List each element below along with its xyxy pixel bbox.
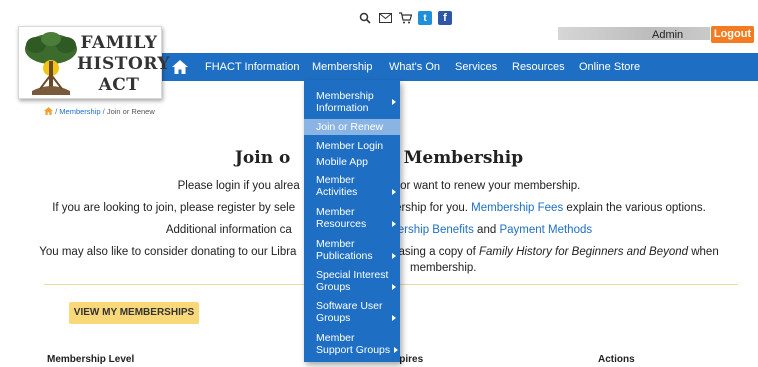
breadcrumb-separator: /	[55, 107, 58, 116]
chevron-right-icon	[394, 347, 398, 353]
chevron-right-icon	[392, 253, 396, 259]
menu-item-member-login[interactable]: Member Login	[304, 140, 400, 152]
menu-item-membership-information[interactable]: Membership Information	[304, 90, 400, 114]
nav-services[interactable]: Services	[455, 53, 497, 81]
logout-button[interactable]: Logout	[711, 26, 754, 43]
breadcrumb-separator: /	[102, 107, 105, 116]
mail-icon[interactable]	[378, 11, 392, 25]
menu-item-member-activities[interactable]: Member Activities	[304, 174, 400, 198]
payment-methods-link[interactable]: Payment Methods	[499, 224, 592, 236]
cart-icon[interactable]	[398, 11, 412, 25]
chevron-right-icon	[392, 284, 396, 290]
twitter-icon[interactable]: t	[418, 11, 432, 25]
table-header-membership-level: Membership Level	[47, 354, 135, 365]
search-icon[interactable]	[358, 11, 372, 25]
view-my-memberships-button[interactable]: VIEW MY MEMBERSHIPS	[69, 302, 199, 324]
nav-online-store[interactable]: Online Store	[579, 53, 640, 81]
chevron-right-icon	[392, 221, 396, 227]
facebook-icon[interactable]: f	[438, 11, 452, 25]
menu-item-member-resources[interactable]: Member Resources	[304, 206, 400, 230]
top-icons: t f	[358, 11, 452, 25]
main-nav: FHACT Information Membership What's On S…	[162, 53, 758, 81]
menu-item-mobile-app[interactable]: Mobile App	[304, 156, 400, 168]
tree-logo-icon	[25, 32, 77, 95]
chevron-right-icon	[392, 315, 396, 321]
intro-paragraph-4-line2: membership.	[410, 262, 477, 274]
menu-item-software-user-groups[interactable]: Software User Groups	[304, 300, 400, 324]
chevron-right-icon	[392, 189, 396, 195]
breadcrumb-current: Join or Renew	[106, 107, 155, 116]
page: t f Admin Logout FHACT Information Membe…	[0, 0, 758, 367]
admin-label[interactable]: Admin	[652, 29, 683, 41]
breadcrumb-membership-link[interactable]: Membership	[59, 107, 100, 116]
nav-fhact-information[interactable]: FHACT Information	[205, 53, 300, 81]
site-logo[interactable]: FAMILY HISTORY ACT	[18, 26, 170, 99]
membership-fees-link[interactable]: Membership Fees	[471, 202, 563, 214]
table-header-actions: Actions	[598, 354, 635, 365]
menu-item-join-or-renew[interactable]: Join or Renew	[304, 119, 400, 135]
nav-membership[interactable]: Membership	[312, 53, 373, 81]
chevron-right-icon	[392, 99, 396, 105]
logo-text: FAMILY HISTORY ACT	[77, 33, 170, 95]
breadcrumb: / Membership / Join or Renew	[44, 107, 155, 116]
nav-whats-on[interactable]: What's On	[389, 53, 440, 81]
nav-resources[interactable]: Resources	[512, 53, 565, 81]
home-icon[interactable]	[172, 60, 188, 74]
menu-item-special-interest-groups[interactable]: Special Interest Groups	[304, 269, 400, 293]
menu-item-member-publications[interactable]: Member Publications	[304, 238, 400, 262]
membership-dropdown-menu: Membership Information Join or Renew Memb…	[304, 80, 400, 362]
breadcrumb-home-icon[interactable]	[44, 107, 53, 115]
menu-item-member-support-groups[interactable]: Member Support Groups	[304, 332, 400, 356]
username-redacted	[558, 27, 710, 40]
